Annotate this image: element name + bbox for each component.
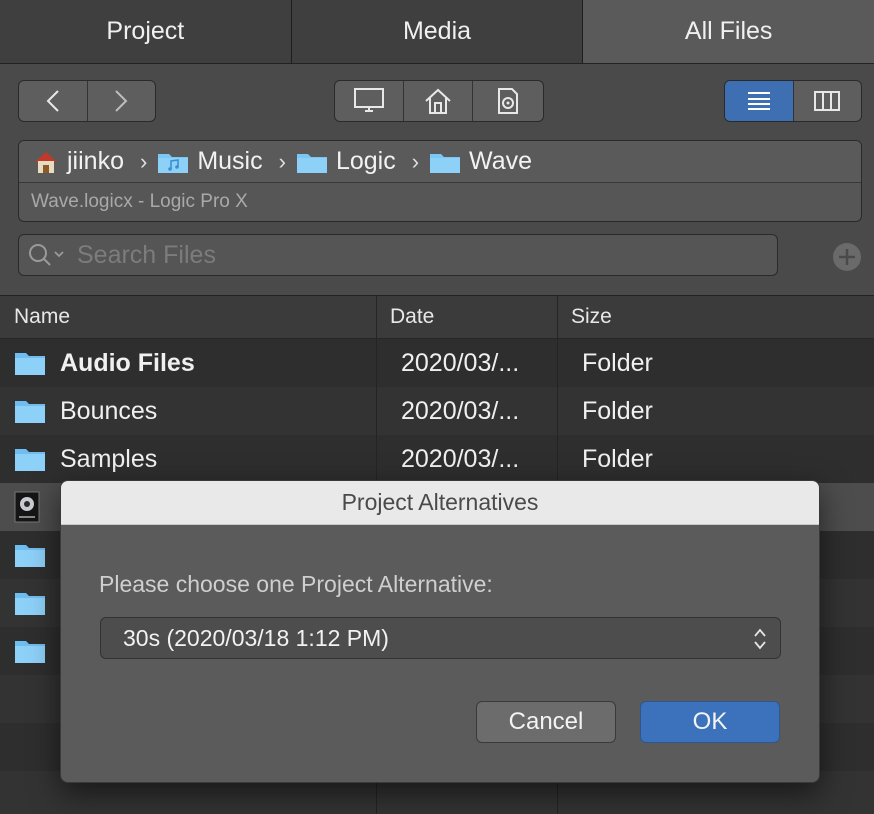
file-list-header: Name Date Size [0, 295, 874, 339]
folder-icon [15, 449, 45, 471]
list-view-button[interactable] [725, 81, 794, 121]
size-cell: Folder [582, 396, 653, 425]
breadcrumb-label: Wave [469, 147, 533, 175]
dialog-prompt: Please choose one Project Alternative: [99, 571, 493, 597]
breadcrumb-wave[interactable]: Wave [429, 147, 532, 176]
music-folder-icon [158, 153, 189, 173]
folder-icon [15, 641, 45, 663]
chevron-updown-icon [754, 628, 766, 650]
folder-icon [15, 545, 45, 567]
column-header-date[interactable]: Date [377, 296, 558, 338]
home-button[interactable] [404, 81, 473, 121]
tab-project[interactable]: Project [0, 0, 292, 63]
columns-icon [814, 91, 841, 111]
table-row[interactable]: Samples 2020/03/... Folder [0, 435, 874, 483]
add-icon[interactable] [832, 242, 862, 272]
name-cell: Samples [0, 435, 377, 483]
breadcrumb-home[interactable]: jiinko [33, 147, 124, 176]
chevron-right-icon [115, 90, 128, 112]
alternative-select-value: 30s (2020/03/18 1:12 PM) [123, 624, 389, 651]
size-cell: Folder [582, 444, 653, 473]
home-folder-icon [35, 151, 57, 173]
forward-button[interactable] [88, 81, 156, 121]
file-name: Samples [60, 444, 158, 473]
folder-icon [296, 153, 327, 173]
dialog-title: Project Alternatives [61, 481, 819, 525]
project-folder-button[interactable] [473, 81, 543, 121]
search-input[interactable]: Search Files [18, 234, 778, 276]
list-icon [747, 92, 770, 110]
folder-icon [430, 153, 461, 173]
table-row[interactable]: Audio Files 2020/03/... Folder [0, 339, 874, 387]
breadcrumb-music[interactable]: Music [157, 147, 263, 176]
breadcrumb-logic[interactable]: Logic [296, 147, 396, 176]
search-icon [29, 244, 64, 266]
browser-tabs: Project Media All Files [0, 0, 874, 64]
path-bar: jiinko › Music › Logic › Wave Wave.logic… [18, 140, 862, 222]
chevron-left-icon [46, 90, 59, 112]
size-cell: Folder [582, 348, 653, 377]
computer-button[interactable] [335, 81, 404, 121]
monitor-icon [354, 88, 384, 112]
folder-icon [15, 353, 45, 375]
date-cell: 2020/03/... [377, 387, 558, 435]
path-subtitle: Wave.logicx - Logic Pro X [31, 191, 248, 212]
breadcrumb-label: Music [197, 147, 263, 175]
folder-icon [15, 401, 45, 423]
alternative-select[interactable]: 30s (2020/03/18 1:12 PM) [100, 617, 781, 659]
tab-all-files[interactable]: All Files [583, 0, 874, 63]
name-cell: Bounces [0, 387, 377, 435]
tab-media[interactable]: Media [291, 0, 584, 63]
ok-button[interactable]: OK [640, 701, 780, 743]
name-cell: Audio Files [0, 339, 377, 387]
cancel-button[interactable]: Cancel [476, 701, 616, 743]
breadcrumb-label: Logic [335, 147, 396, 175]
column-header-size[interactable]: Size [558, 296, 874, 338]
column-view-button[interactable] [794, 81, 862, 121]
breadcrumb-separator: › [139, 148, 148, 174]
column-header-name[interactable]: Name [0, 296, 377, 338]
date-cell: 2020/03/... [377, 339, 558, 387]
logic-project-icon [14, 491, 40, 523]
file-name: Bounces [60, 396, 158, 425]
date-cell: 2020/03/... [377, 435, 558, 483]
project-alternatives-dialog: Project Alternatives Please choose one P… [60, 480, 820, 783]
breadcrumb: jiinko › Music › Logic › Wave [19, 141, 861, 183]
search-placeholder: Search Files [77, 240, 216, 269]
table-row[interactable]: Bounces 2020/03/... Folder [0, 387, 874, 435]
file-name: Audio Files [60, 348, 195, 377]
breadcrumb-separator: › [411, 148, 420, 174]
location-buttons [334, 80, 544, 122]
nav-buttons [18, 80, 156, 122]
document-disc-icon [498, 88, 518, 114]
breadcrumb-separator: › [278, 148, 286, 174]
folder-icon [15, 593, 45, 615]
breadcrumb-label: jiinko [67, 147, 124, 175]
home-icon [425, 88, 451, 114]
back-button[interactable] [19, 81, 88, 121]
view-mode-buttons [724, 80, 862, 122]
